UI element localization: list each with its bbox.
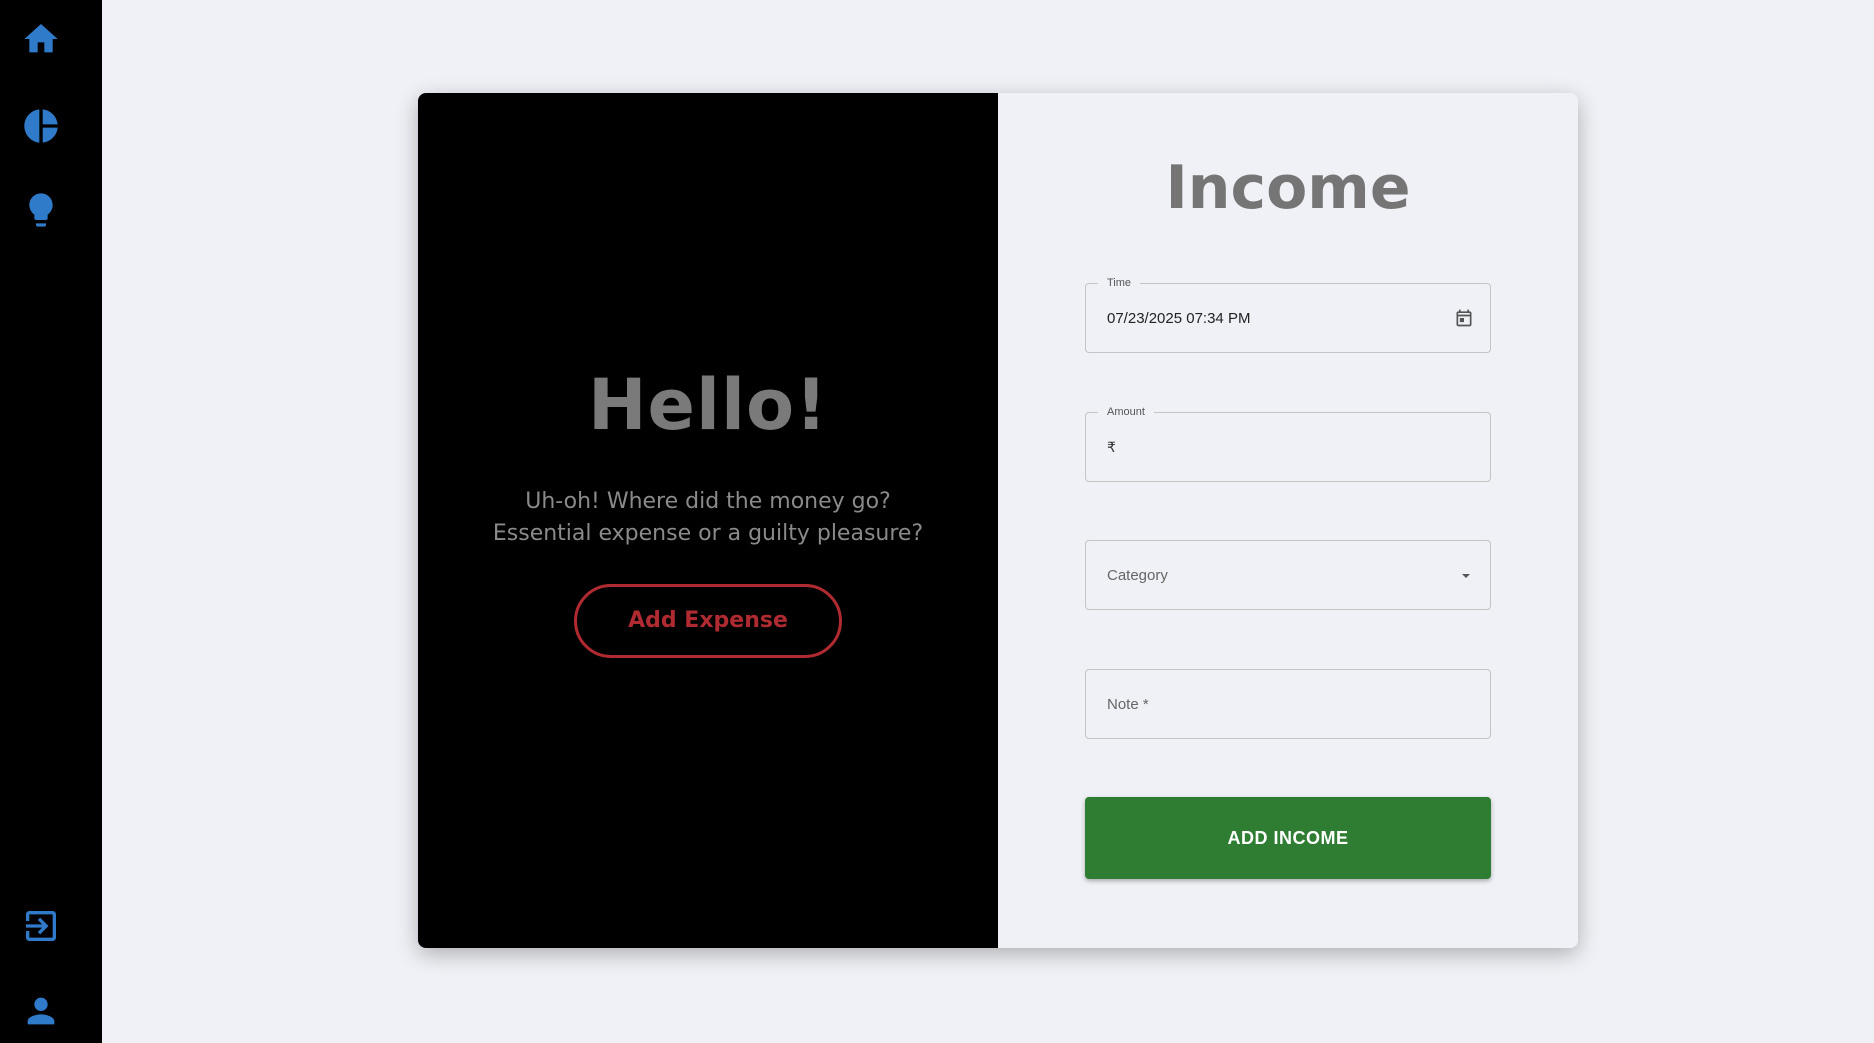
greeting-message: Uh-oh! Where did the money go? Essential… — [492, 488, 924, 546]
home-icon[interactable] — [19, 17, 63, 61]
greeting-heading: Hello! — [587, 363, 829, 446]
income-card: Hello! Uh-oh! Where did the money go? Es… — [418, 93, 1578, 948]
login-icon[interactable] — [19, 904, 63, 948]
add-income-button[interactable]: ADD INCOME — [1085, 797, 1491, 879]
lightbulb-icon[interactable] — [19, 188, 63, 232]
currency-prefix: ₹ — [1107, 438, 1116, 455]
category-placeholder: Category — [1107, 566, 1168, 584]
calendar-icon[interactable] — [1454, 308, 1474, 328]
greeting-panel: Hello! Uh-oh! Where did the money go? Es… — [418, 93, 998, 948]
arrow-drop-down-icon — [1460, 569, 1472, 581]
sidebar — [0, 0, 102, 1043]
amount-field[interactable]: Amount ₹ — [1085, 404, 1491, 482]
note-field[interactable]: Note * — [1085, 669, 1491, 739]
income-form: Income Time 07/23/2025 07:34 PM Amount ₹… — [998, 93, 1578, 948]
time-field[interactable]: Time 07/23/2025 07:34 PM — [1085, 275, 1491, 353]
category-select[interactable]: Category — [1085, 540, 1491, 610]
person-icon[interactable] — [19, 989, 63, 1033]
time-value: 07/23/2025 07:34 PM — [1107, 309, 1251, 327]
pie-chart-icon[interactable] — [19, 104, 63, 148]
add-expense-button[interactable]: Add Expense — [574, 583, 842, 658]
note-placeholder: Note * — [1107, 695, 1149, 713]
form-title: Income — [1165, 153, 1411, 223]
